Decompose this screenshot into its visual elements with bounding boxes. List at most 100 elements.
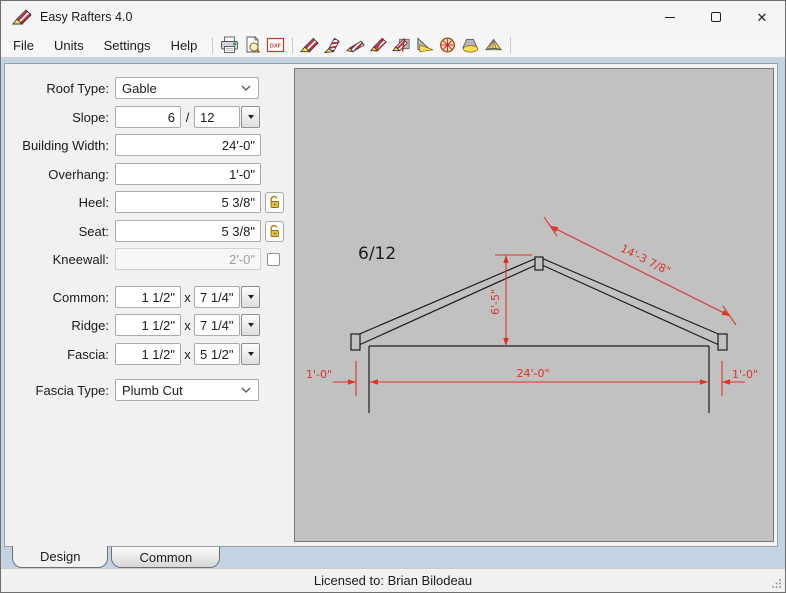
tab-common[interactable]: Common <box>111 547 221 568</box>
fascia-size-label: Fascia: <box>67 346 109 362</box>
print-preview-button[interactable] <box>241 35 264 56</box>
gambrel-roof-icon <box>485 38 503 51</box>
fascia-depth-input[interactable] <box>194 343 240 365</box>
license-text: Licensed to: Brian Bilodeau <box>313 573 473 588</box>
slope-rise-input[interactable] <box>115 106 181 128</box>
svg-text:DXF: DXF <box>270 44 282 50</box>
tab-design[interactable]: Design <box>12 546 109 568</box>
hip-rafter-button[interactable] <box>321 35 344 56</box>
kneewall-input <box>115 248 261 270</box>
cone-roof-button[interactable] <box>459 35 482 56</box>
fascia-depth-combo <box>194 343 260 365</box>
ridge-x-separator: x <box>184 317 191 333</box>
rafter-length-dimension: 14'-3 7/8" <box>618 242 672 278</box>
drawing-canvas[interactable]: 6/12 14'-3 7/8" 6'-5" 24'-0" 1'-0" 1'-0" <box>294 68 774 542</box>
fascia-depth-dropdown-button[interactable] <box>241 343 260 365</box>
common-depth-dropdown-button[interactable] <box>241 286 260 308</box>
common-x-separator: x <box>184 289 191 305</box>
left-overhang-dimension: 1'-0" <box>306 368 332 381</box>
ridge-size-row: Ridge: x <box>5 314 294 336</box>
jack-rafter-icon <box>370 37 388 52</box>
round-tower-roof-button[interactable] <box>436 35 459 56</box>
resize-grip[interactable] <box>771 578 782 589</box>
toolbar-separator <box>292 36 294 54</box>
heel-input[interactable] <box>115 191 261 213</box>
valley-rafter-icon <box>346 40 365 53</box>
window-title: Easy Rafters 4.0 <box>40 10 133 24</box>
round-tower-roof-icon <box>440 37 456 53</box>
common-rafter-button[interactable] <box>298 35 321 56</box>
slope-run-dropdown-button[interactable] <box>241 106 260 128</box>
kneewall-checkbox[interactable] <box>267 252 280 266</box>
roof-diagram: 6/12 14'-3 7/8" 6'-5" 24'-0" 1'-0" 1'-0" <box>306 216 758 413</box>
cone-roof-icon <box>462 38 479 53</box>
building-width-input[interactable] <box>115 134 261 156</box>
dxf-export-icon: DXF <box>267 37 285 53</box>
valley-rafter-button[interactable] <box>344 35 367 56</box>
chevron-down-icon <box>241 387 251 393</box>
common-depth-input[interactable] <box>194 286 240 308</box>
dimension-arrowheads <box>348 226 730 385</box>
common-size-label: Common: <box>52 289 109 305</box>
left-fascia-board <box>350 333 361 351</box>
slope-run-combo <box>194 106 260 128</box>
fascia-type-row: Fascia Type: Plumb Cut <box>5 379 294 401</box>
ridge-depth-dropdown-button[interactable] <box>241 314 260 336</box>
seat-lock-button[interactable] <box>265 220 284 242</box>
title-bar: Easy Rafters 4.0 ✕ <box>1 1 785 33</box>
menu-settings[interactable]: Settings <box>94 35 161 56</box>
slope-label: Slope: <box>72 109 109 125</box>
menu-bar: File Units Settings Help DXF <box>1 33 785 58</box>
slope-row: Slope: / <box>5 106 294 128</box>
overhang-label: Overhang: <box>48 166 109 182</box>
print-button[interactable] <box>218 35 241 56</box>
fascia-type-select[interactable]: Plumb Cut <box>115 379 259 401</box>
roof-type-label: Roof Type: <box>46 80 109 96</box>
toolbar-separator <box>212 36 214 54</box>
cripple-jack-rafter-icon <box>392 38 410 52</box>
kneewall-row: Kneewall: <box>5 248 294 270</box>
span-dimension: 24'-0" <box>516 367 549 380</box>
dxf-export-button[interactable]: DXF <box>264 35 287 56</box>
rise-dimension: 6'-5" <box>489 289 502 315</box>
building-width-label: Building Width: <box>22 137 109 153</box>
slope-separator: / <box>185 109 190 125</box>
slope-annotation: 6/12 <box>358 244 396 264</box>
overhang-row: Overhang: <box>5 163 294 185</box>
menu-units[interactable]: Units <box>44 35 94 56</box>
fascia-width-input[interactable] <box>115 343 181 365</box>
seat-input[interactable] <box>115 220 261 242</box>
roof-type-select[interactable]: Gable <box>115 77 259 99</box>
minimize-button[interactable] <box>647 1 693 33</box>
heel-lock-button[interactable] <box>265 191 284 213</box>
heel-label: Heel: <box>78 194 109 210</box>
overhang-input[interactable] <box>115 163 261 185</box>
cripple-jack-rafter-button[interactable] <box>390 35 413 56</box>
design-tab-page: Roof Type: Gable Slope: / Building Width… <box>4 63 778 547</box>
gambrel-roof-button[interactable] <box>482 35 505 56</box>
ridge-depth-input[interactable] <box>194 314 240 336</box>
roof-type-row: Roof Type: Gable <box>5 77 294 99</box>
building-width-row: Building Width: <box>5 134 294 156</box>
unlock-icon <box>270 196 279 208</box>
status-bar: Licensed to: Brian Bilodeau <box>1 568 785 592</box>
menu-help[interactable]: Help <box>161 35 208 56</box>
seat-label: Seat: <box>78 223 109 239</box>
app-logo-icon <box>12 9 32 25</box>
common-rafter-icon <box>300 37 319 53</box>
close-button[interactable]: ✕ <box>739 1 785 33</box>
chevron-down-icon <box>241 85 251 91</box>
ridge-width-input[interactable] <box>115 314 181 336</box>
dropdown-arrow-icon <box>247 352 254 356</box>
app-window: Easy Rafters 4.0 ✕ File Units Settings H… <box>0 0 786 593</box>
ridge-board <box>534 256 544 271</box>
maximize-button[interactable] <box>693 1 739 33</box>
window-controls: ✕ <box>647 1 785 33</box>
dropdown-arrow-icon <box>247 323 254 327</box>
menu-file[interactable]: File <box>3 35 44 56</box>
shed-roof-icon <box>417 37 434 53</box>
slope-run-input[interactable] <box>194 106 240 128</box>
common-width-input[interactable] <box>115 286 181 308</box>
shed-roof-button[interactable] <box>413 35 436 56</box>
jack-rafter-button[interactable] <box>367 35 390 56</box>
